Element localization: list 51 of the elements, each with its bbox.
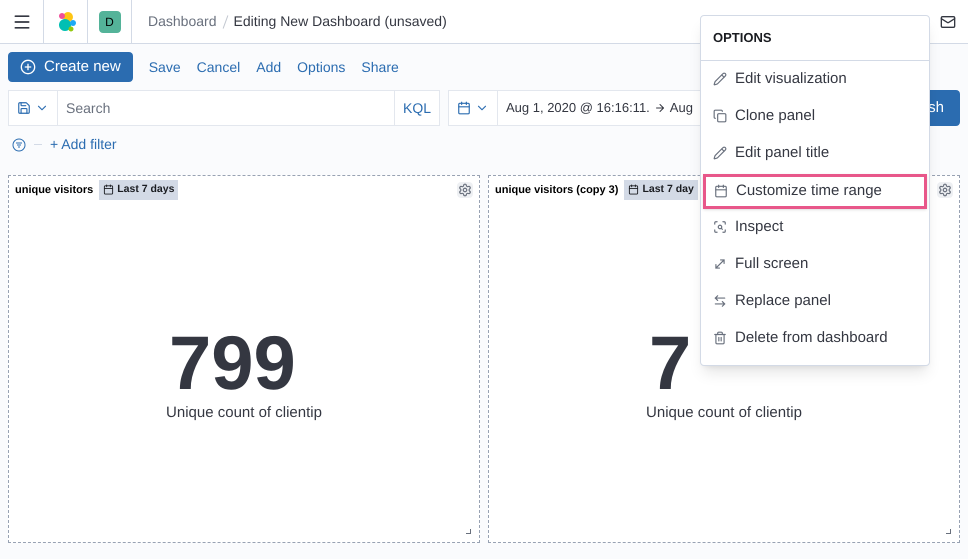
menu-item[interactable]: Inspect xyxy=(701,208,929,246)
panel-title: unique visitors (copy 3) xyxy=(495,182,618,198)
create-new-button[interactable]: Create new xyxy=(8,52,133,82)
expand-icon xyxy=(713,257,727,271)
settings-icon[interactable] xyxy=(937,182,953,198)
add-filter-link[interactable]: + Add filter xyxy=(50,134,117,155)
toolbar-link[interactable]: Options xyxy=(297,56,346,78)
calendar-icon xyxy=(457,101,471,115)
toolbar-link[interactable]: Cancel xyxy=(196,56,240,78)
menu-item[interactable]: Edit visualization xyxy=(701,60,929,98)
save-icon xyxy=(17,101,31,115)
pencil-icon xyxy=(713,146,727,160)
search-icon xyxy=(713,220,727,234)
resize-handle[interactable] xyxy=(466,529,471,534)
menu-item[interactable]: Edit panel title xyxy=(701,134,929,172)
settings-icon[interactable] xyxy=(457,182,473,198)
space-avatar[interactable]: D xyxy=(98,10,120,32)
filter-icon[interactable] xyxy=(12,138,26,152)
end-date[interactable]: Aug xyxy=(666,98,693,118)
metric-value: 7 xyxy=(649,326,692,402)
calendar-icon xyxy=(628,184,640,196)
toolbar-link[interactable]: Share xyxy=(361,56,399,78)
time-badge[interactable]: Last 7 day xyxy=(624,180,698,200)
menu-item[interactable]: Full screen xyxy=(701,246,929,282)
search-input[interactable]: Search xyxy=(66,98,386,118)
metric-caption: Unique count of clientip xyxy=(166,402,322,423)
start-date[interactable]: Aug 1, 2020 @ 16:16:11. xyxy=(498,98,654,118)
metric-value: 799 xyxy=(169,326,296,402)
menu-item[interactable]: Customize time range xyxy=(703,174,927,208)
kql-button[interactable]: KQL xyxy=(394,91,439,125)
menu-title: OPTIONS xyxy=(701,16,929,60)
resize-handle[interactable] xyxy=(946,529,951,534)
time-badge[interactable]: Last 7 days xyxy=(99,180,178,200)
calendar-icon xyxy=(103,184,114,196)
toolbar-link[interactable]: Add xyxy=(256,56,282,78)
menu-item[interactable]: Replace panel xyxy=(701,282,929,320)
calendar-icon xyxy=(714,184,728,198)
trash-icon xyxy=(713,331,727,345)
toolbar-link[interactable]: Save xyxy=(148,56,181,78)
metric-caption: Unique count of clientip xyxy=(646,402,802,423)
pencil-icon xyxy=(713,72,727,86)
menu-item[interactable]: Delete from dashboard xyxy=(701,320,929,356)
menu-item[interactable]: Clone panel xyxy=(701,98,929,134)
swap-icon xyxy=(713,294,727,308)
plus-icon xyxy=(20,59,36,75)
breadcrumb[interactable]: Dashboard xyxy=(148,11,216,32)
copy-icon xyxy=(713,109,727,123)
breadcrumb: Editing New Dashboard (unsaved) xyxy=(234,12,447,31)
panel-title: unique visitors xyxy=(15,182,94,198)
mail-icon[interactable] xyxy=(940,14,956,30)
arrow-icon xyxy=(654,102,666,114)
